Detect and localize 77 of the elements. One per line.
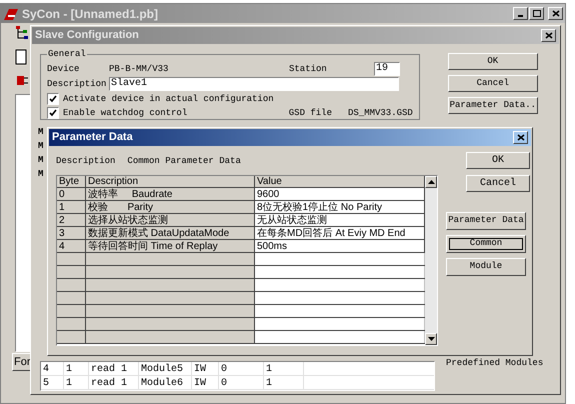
table-cell: 1 (264, 376, 304, 389)
gsd-label: GSD file (288, 107, 332, 120)
table-cell: 选择从站状态监测 (86, 214, 255, 226)
maximize-icon (532, 10, 540, 17)
scroll-up-button[interactable] (425, 176, 437, 188)
row-label: M (38, 126, 44, 139)
table-cell: 1 (64, 376, 89, 389)
description-value: Common Parameter Data (127, 155, 241, 168)
description-label: Description (56, 155, 116, 168)
row-label: M (38, 140, 44, 153)
table-cell: 4 (41, 362, 64, 375)
table-cell: 0 (57, 188, 86, 200)
dialog-button[interactable]: OK (448, 53, 538, 70)
checkbox[interactable] (47, 107, 59, 119)
row-label: M (38, 168, 44, 181)
table-cell: Module6 (139, 376, 192, 389)
minimize-button[interactable] (513, 7, 528, 20)
column-header: Description (86, 176, 255, 187)
page-button[interactable]: Parameter Data (446, 212, 526, 230)
table-cell: 0 (219, 376, 264, 389)
option-label: Enable watchdog control (63, 107, 188, 120)
table-cell: IW (192, 376, 219, 389)
table-cell: read 1 (89, 362, 139, 375)
table-cell: 1 (64, 362, 89, 375)
page-icon[interactable] (15, 49, 27, 65)
dialog-title: Parameter Data (52, 130, 134, 146)
table-cell: read 1 (89, 376, 139, 389)
table-cell: 8位无校验1停止位 No Parity (255, 201, 425, 213)
column-header: Byte (57, 176, 86, 187)
table-cell: 无从站状态监测 (255, 214, 425, 226)
close-icon (544, 32, 552, 39)
description-label: Description (47, 78, 108, 91)
table-cell: 等待回答时间 Time of Replay (86, 240, 255, 252)
table-cell: Module5 (139, 362, 192, 375)
network-icon[interactable] (15, 25, 29, 41)
table-cell: 9600 (255, 188, 425, 200)
dialog-button[interactable]: OK (466, 152, 530, 169)
table-cell: 2 (57, 214, 86, 226)
table-cell: 4 (57, 240, 86, 252)
checkbox[interactable] (47, 93, 59, 105)
station-label: Station (289, 62, 328, 76)
option-label: Activate device in actual configuration (63, 93, 275, 106)
table-cell: IW (192, 362, 219, 375)
window-title: SyCon - [Unnamed1.pb] (22, 6, 160, 22)
table-cell: 在每条MD回答后 At Eviy MD End (255, 227, 425, 239)
table-cell: 数据更新模式 DataUpdataMode (86, 227, 255, 239)
station-field[interactable]: 19 (374, 62, 400, 76)
page-button[interactable]: Module (446, 258, 526, 276)
down-arrow-icon (428, 337, 434, 341)
description-field[interactable]: Slave1 (109, 77, 399, 91)
dialog-button[interactable]: Cancel (448, 75, 538, 92)
group-label: General (47, 48, 87, 61)
dialog-title: Slave Configuration (35, 28, 140, 44)
table-cell: 1 (264, 362, 304, 375)
close-button[interactable] (548, 7, 563, 20)
table-cell: 校验 Parity (86, 201, 255, 213)
close-button[interactable] (513, 131, 528, 144)
device-label: Device (47, 62, 80, 76)
close-button[interactable] (541, 29, 556, 42)
table-cell: 波特率 Baudrate (86, 188, 255, 200)
dialog-button[interactable]: Cancel (466, 175, 530, 192)
dialog-button[interactable]: Parameter Data.. (448, 97, 538, 114)
app-icon (3, 6, 19, 20)
table-cell: 5 (41, 376, 64, 389)
table-cell: 1 (57, 201, 86, 213)
page-button[interactable]: Common (446, 235, 526, 253)
device-value: PB-B-MM/V33 (109, 62, 170, 76)
maximize-button[interactable] (529, 7, 544, 20)
scroll-down-button[interactable] (425, 333, 437, 345)
close-icon (552, 10, 560, 17)
table-cell: 3 (57, 227, 86, 239)
up-arrow-icon (428, 180, 434, 184)
close-icon (516, 134, 524, 141)
row-label: M (38, 154, 44, 167)
table-cell: 500ms (255, 240, 425, 252)
table-cell: 0 (219, 362, 264, 375)
gsd-value: DS_MMV33.GSD (348, 107, 413, 120)
